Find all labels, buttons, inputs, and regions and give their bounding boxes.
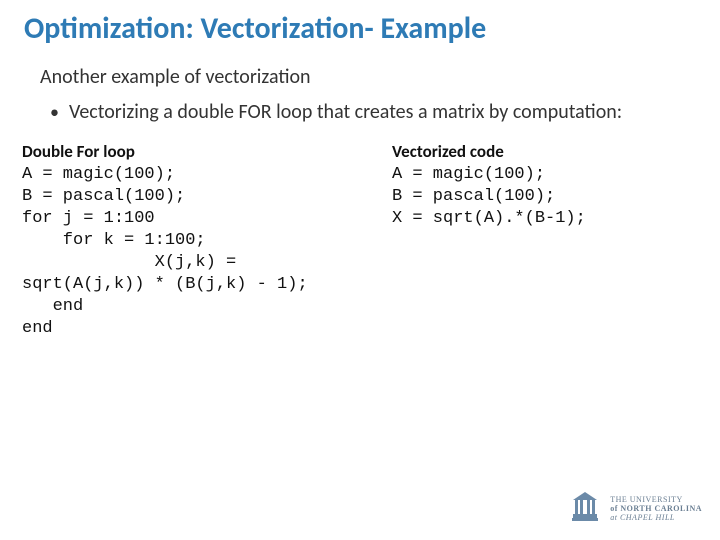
right-heading: Vectorized code	[392, 141, 712, 162]
logo-line-1: THE UNIVERSITY	[610, 495, 702, 504]
slide-title: Optimization: Vectorization- Example	[0, 0, 720, 47]
right-code: A = magic(100); B = pascal(100); X = sqr…	[392, 164, 712, 230]
bullet-dot-icon: •	[50, 99, 59, 125]
logo-line-3: at CHAPEL HILL	[610, 513, 702, 522]
unc-logo-text: THE UNIVERSITY of NORTH CAROLINA at CHAP…	[610, 495, 702, 522]
unc-crest-icon	[570, 490, 600, 526]
bullet-item: • Vectorizing a double FOR loop that cre…	[0, 89, 720, 125]
code-columns: Double For loop A = magic(100); B = pasc…	[0, 125, 720, 340]
right-column: Vectorized code A = magic(100); B = pasc…	[392, 141, 712, 340]
left-heading: Double For loop	[22, 141, 392, 162]
left-column: Double For loop A = magic(100); B = pasc…	[22, 141, 392, 340]
slide-subtitle: Another example of vectorization	[0, 47, 720, 89]
bullet-text: Vectorizing a double FOR loop that creat…	[69, 99, 622, 125]
unc-logo: THE UNIVERSITY of NORTH CAROLINA at CHAP…	[570, 490, 702, 526]
logo-line-2: of NORTH CAROLINA	[610, 504, 702, 513]
left-code: A = magic(100); B = pascal(100); for j =…	[22, 164, 392, 340]
